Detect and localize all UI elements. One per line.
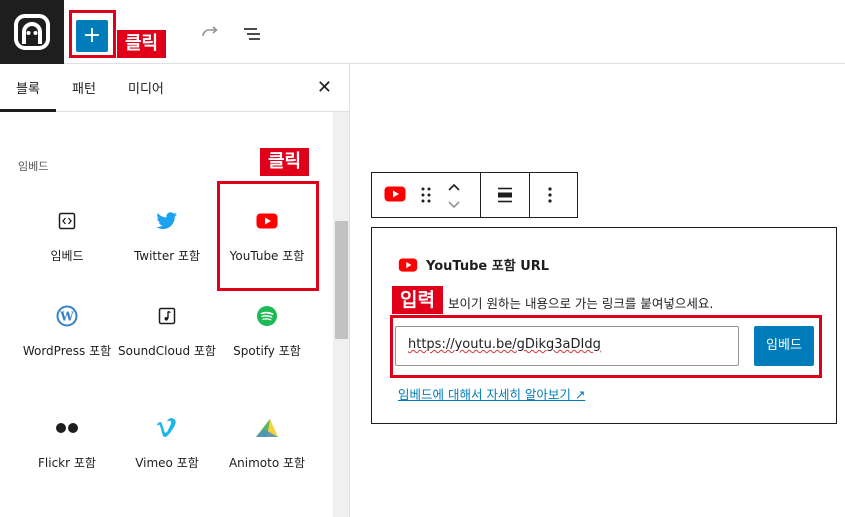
tab-patterns[interactable]: 패턴 (72, 78, 96, 97)
block-item-twitter[interactable]: Twitter 포함 (117, 206, 217, 265)
site-logo[interactable] (0, 0, 64, 64)
vimeo-icon (157, 418, 176, 437)
block-item-animoto[interactable]: Animoto 포함 (217, 413, 317, 472)
click-callout-top: 클릭 (117, 30, 167, 58)
move-down-button[interactable] (446, 197, 462, 216)
move-up-button[interactable] (446, 179, 462, 198)
drag-handle[interactable] (420, 186, 432, 208)
logo-icon (14, 14, 50, 50)
list-view-icon (244, 28, 260, 40)
block-label: Animoto 포함 (228, 456, 306, 470)
embed-url-value: https://youtu.be/gDikg3aDIdg (408, 337, 601, 352)
learn-more-link[interactable]: 임베드에 대해서 자세히 알아보기 ↗ (398, 384, 585, 403)
block-inserter-panel: 블록 패턴 미디어 ✕ 임베드 클릭 임베드 Twitter 포함 YouTub… (0, 64, 350, 517)
click-callout-panel: 클릭 (260, 148, 310, 176)
flickr-icon (56, 423, 78, 433)
align-button[interactable] (496, 186, 514, 208)
tab-media[interactable]: 미디어 (128, 78, 164, 97)
block-label: SoundCloud 포함 (118, 344, 216, 358)
editor-topbar: + 클릭 (0, 0, 845, 64)
close-inserter-button[interactable]: ✕ (317, 77, 332, 98)
more-vertical-icon (548, 187, 552, 203)
soundcloud-icon (158, 307, 176, 325)
redo-icon (202, 26, 218, 37)
twitter-icon (156, 212, 177, 229)
toolbar-divider (480, 173, 481, 217)
more-options-button[interactable] (547, 186, 553, 208)
block-item-vimeo[interactable]: Vimeo 포함 (117, 413, 217, 472)
block-label: Spotify 포함 (233, 344, 301, 358)
panel-scrollbar-thumb[interactable] (335, 221, 348, 339)
animoto-icon (256, 419, 278, 437)
block-type-button[interactable] (384, 186, 406, 206)
youtube-icon (384, 186, 406, 202)
block-item-flickr[interactable]: Flickr 포함 (17, 413, 117, 472)
input-callout: 입력 (392, 286, 443, 314)
chevron-down-icon (448, 201, 460, 209)
block-item-soundcloud[interactable]: SoundCloud 포함 (117, 301, 217, 360)
chevron-up-icon (448, 183, 460, 191)
redo-button[interactable] (196, 20, 224, 48)
spotify-icon (257, 306, 277, 326)
block-label: Twitter 포함 (133, 249, 201, 263)
embed-url-input[interactable]: https://youtu.be/gDikg3aDIdg (395, 326, 739, 366)
list-view-button[interactable] (238, 20, 266, 48)
active-tab-indicator (0, 109, 56, 112)
align-wide-icon (498, 187, 512, 203)
block-toolbar (371, 172, 578, 218)
youtube-icon (398, 257, 418, 272)
embed-instructions: 보이기 원하는 내용으로 가는 링크를 붙여넣으세요. (448, 296, 714, 311)
drag-handle-icon (421, 187, 431, 203)
wordpress-icon: W (56, 305, 78, 327)
embed-submit-button[interactable]: 임베드 (754, 326, 814, 366)
block-item-wordpress[interactable]: W WordPress 포함 (17, 301, 117, 360)
svg-text:W: W (59, 310, 74, 324)
toolbar-divider (529, 173, 530, 217)
youtube-highlight-box (217, 181, 319, 291)
embed-generic-icon (58, 212, 76, 230)
block-label: 임베드 (50, 249, 84, 263)
block-item-embed[interactable]: 임베드 (17, 206, 117, 265)
inserter-highlight-box (69, 10, 116, 58)
editor-page: + 클릭 블록 패턴 미디어 ✕ 임베드 클릭 임베드 Twitter 포함 Y… (0, 0, 845, 517)
embed-title: YouTube 포함 URL (398, 255, 549, 274)
block-label: Vimeo 포함 (135, 456, 199, 470)
youtube-embed-placeholder: YouTube 포함 URL 보이기 원하는 내용으로 가는 링크를 붙여넣으세… (371, 227, 837, 424)
embed-title-text: YouTube 포함 URL (426, 259, 550, 274)
tab-blocks[interactable]: 블록 (16, 78, 40, 97)
block-item-spotify[interactable]: Spotify 포함 (217, 301, 317, 360)
inserter-tabs: 블록 패턴 미디어 ✕ (0, 64, 349, 112)
block-label: WordPress 포함 (22, 344, 112, 358)
category-label-embed: 임베드 (18, 160, 49, 173)
block-label: Flickr 포함 (38, 456, 96, 470)
